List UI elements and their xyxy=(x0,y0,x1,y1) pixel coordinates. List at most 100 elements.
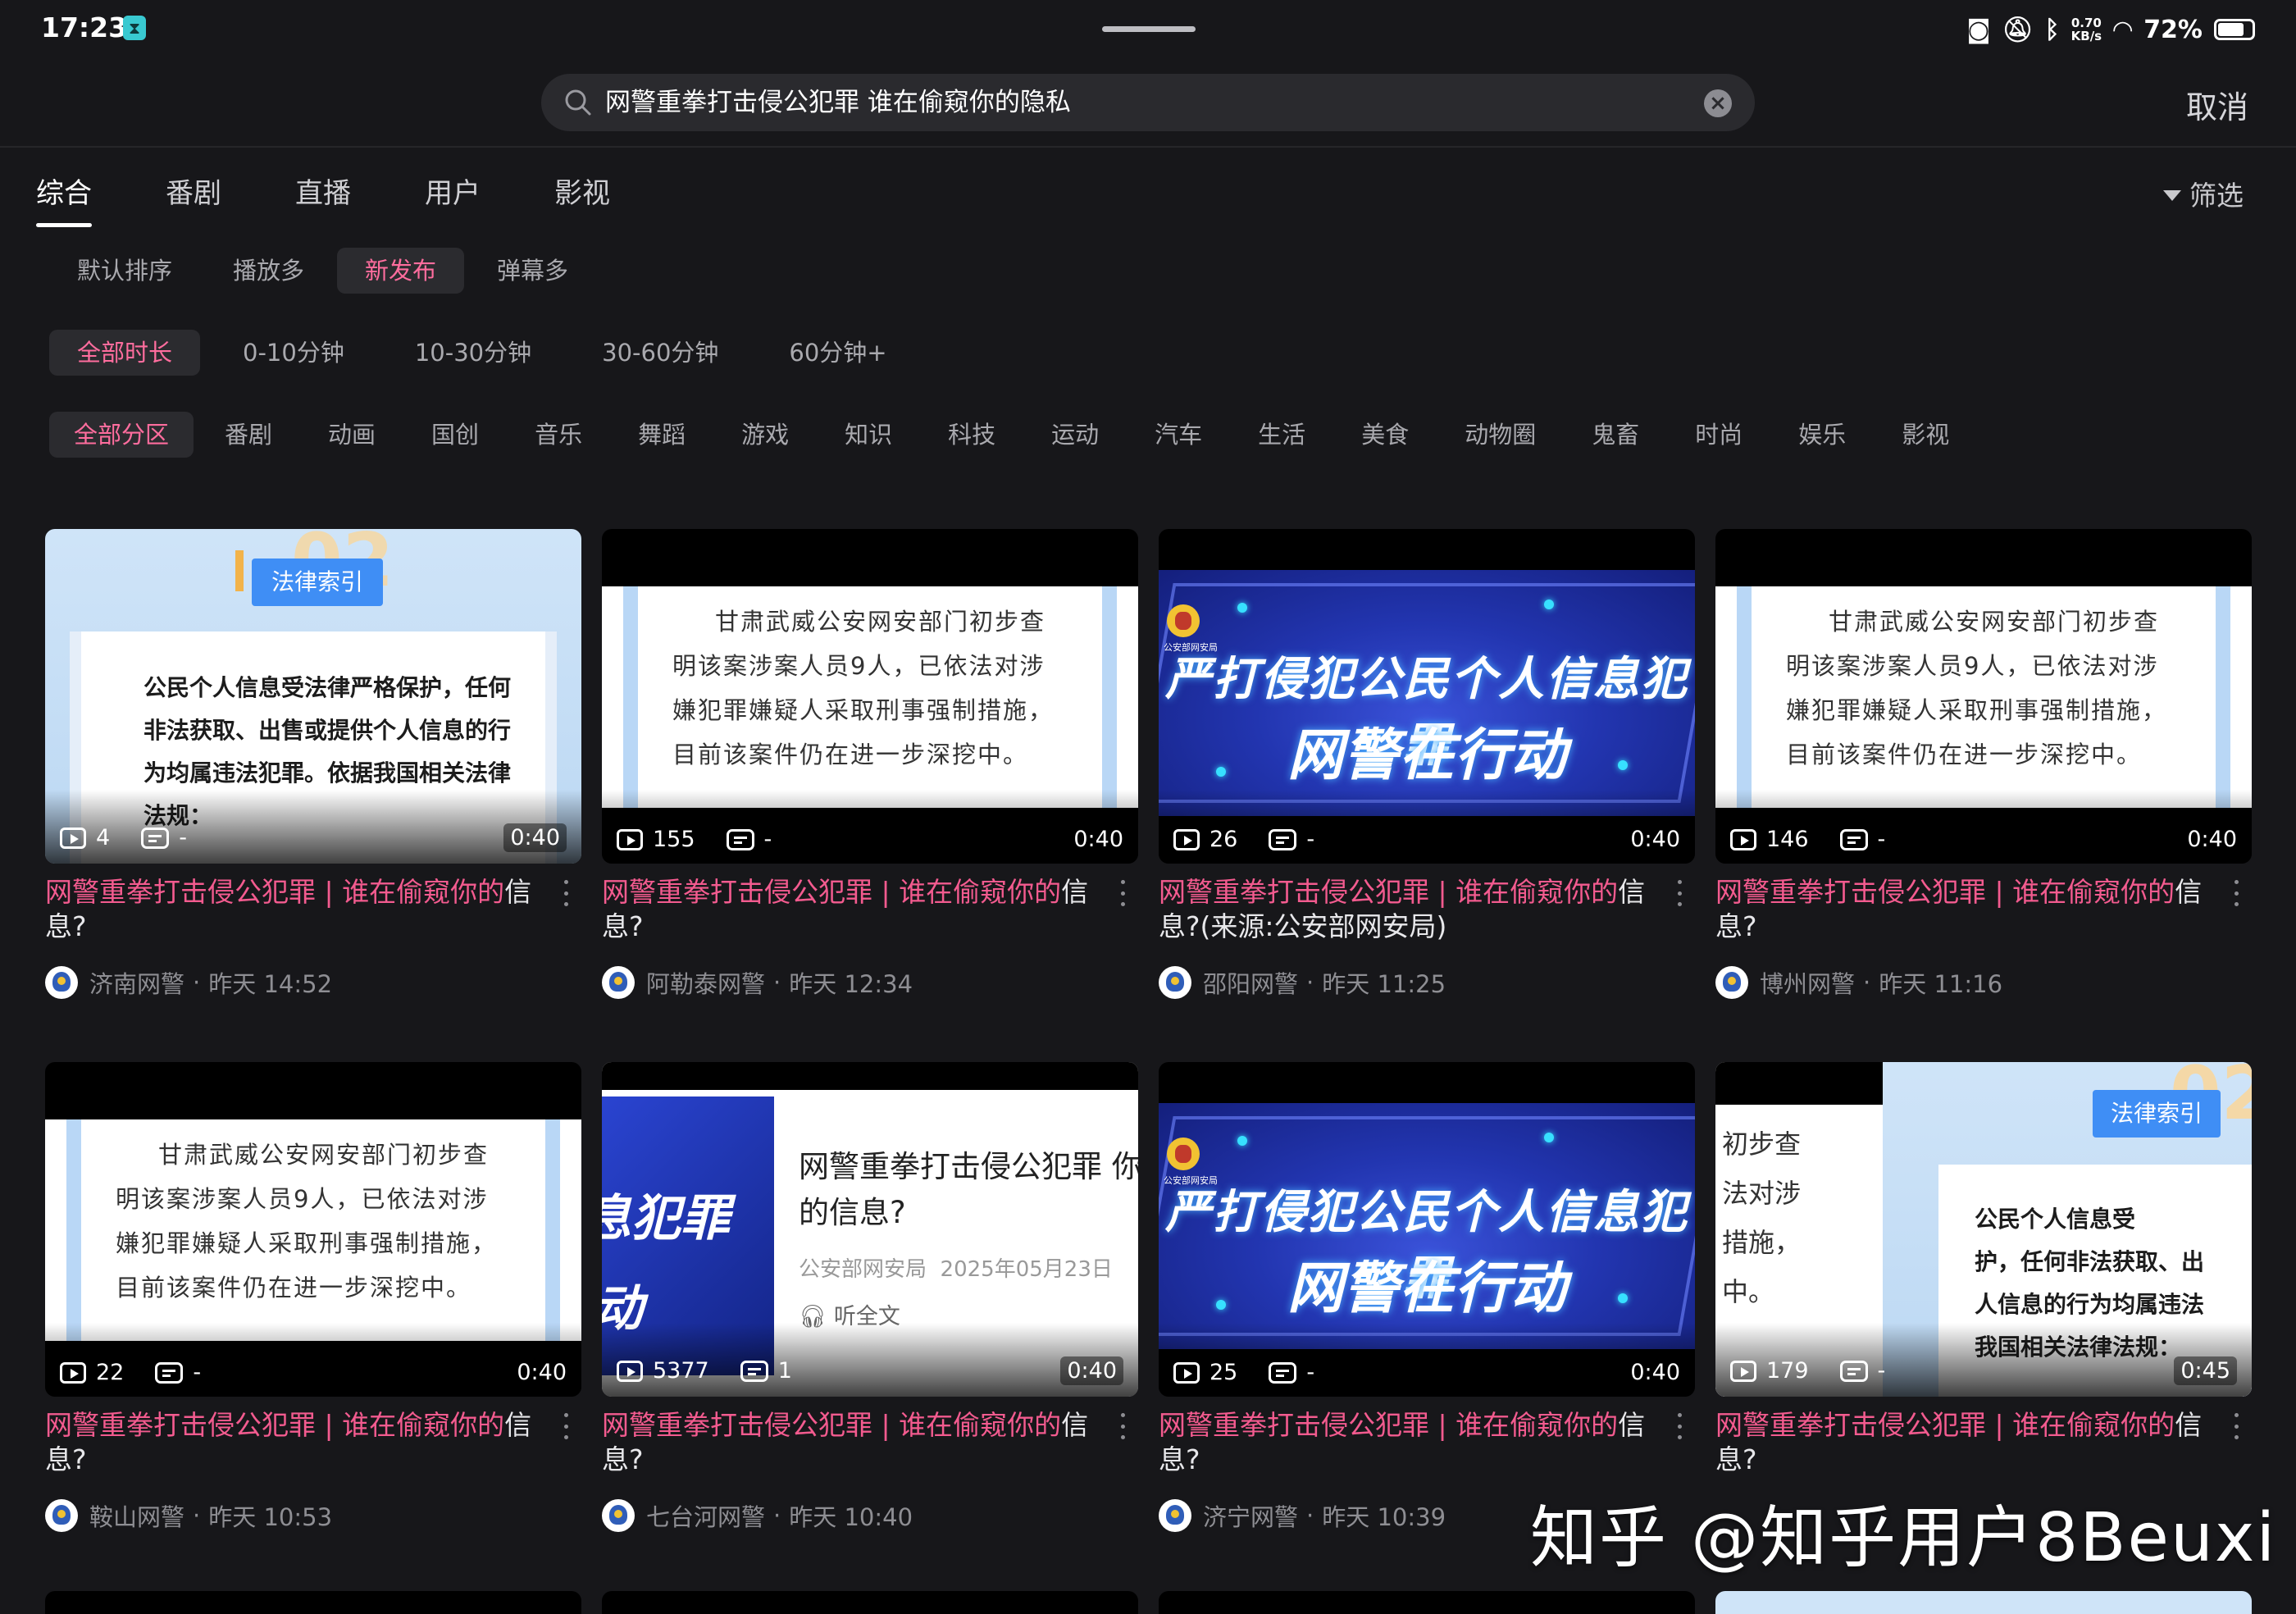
law-tag: 法律索引 xyxy=(252,559,384,606)
video-card-partial[interactable] xyxy=(602,1591,1138,1614)
category-chip-13[interactable]: 动物圈 xyxy=(1440,412,1560,458)
category-chip-6[interactable]: 游戏 xyxy=(717,412,813,458)
video-thumbnail[interactable]: 公安部网安局 严打侵犯公民个人信息犯罪 网警在行动 25 - 0:40 xyxy=(1159,1062,1695,1397)
video-title[interactable]: 网警重拳打击侵公犯罪 | 谁在偷窥你的信息? xyxy=(45,875,537,944)
video-card-partial[interactable] xyxy=(45,1591,581,1614)
video-title[interactable]: 网警重拳打击侵公犯罪 | 谁在偷窥你的信息? xyxy=(45,1408,537,1477)
category-chip-10[interactable]: 汽车 xyxy=(1130,412,1227,458)
letterbox xyxy=(1715,1062,1883,1105)
play-count: 25 xyxy=(1210,1360,1238,1385)
camera-icon: ◙ xyxy=(1966,15,1991,44)
sort-chip-3[interactable]: 弹幕多 xyxy=(469,248,596,294)
meta-dot: · xyxy=(1306,969,1314,996)
video-title[interactable]: 网警重拳打击侵公犯罪 | 谁在偷窥你的信息? xyxy=(1715,875,2207,944)
video-author[interactable]: 济宁网警 · 昨天 10:39 xyxy=(1159,1498,1446,1533)
title-highlight: 的 xyxy=(2148,1409,2175,1441)
video-thumbnail[interactable]: 初步查 法对涉 措施， 中。 02 法律索引 公民个人信息受 护，任何非法获取、… xyxy=(1715,1062,2252,1397)
video-thumbnail[interactable]: 公安部网安局 严打侵犯公民个人信息犯罪 网警在行动 26 - 0:40 xyxy=(1159,529,1695,864)
article-title: 网警重拳打击侵公犯罪 你的信息? xyxy=(799,1149,1138,1230)
more-options-icon[interactable] xyxy=(1675,1413,1683,1439)
title-highlight: 谁在偷窥你 xyxy=(2012,876,2148,908)
video-thumbnail[interactable]: 02 法律索引 公民个人信息受法律严格保护，任何非法获取、出售或提供个人信息的行… xyxy=(45,529,581,864)
category-chip-11[interactable]: 生活 xyxy=(1233,412,1330,458)
danmaku-count: - xyxy=(763,827,772,852)
video-thumbnail[interactable]: 甘肃武威公安网安部门初步查 明该案涉案人员9人，已依法对涉 嫌犯罪嫌疑人采取刑事… xyxy=(1715,529,2252,864)
avatar xyxy=(602,1499,635,1532)
clear-search-icon[interactable]: × xyxy=(1704,89,1732,117)
video-author[interactable]: 七台河网警 · 昨天 10:40 xyxy=(602,1498,913,1533)
category-chip-12[interactable]: 美食 xyxy=(1337,412,1433,458)
search-input[interactable]: 网警重拳打击侵公犯罪 谁在偷窥你的隐私 xyxy=(605,87,1071,118)
more-options-icon[interactable] xyxy=(2232,880,2240,906)
category-chip-14[interactable]: 鬼畜 xyxy=(1567,412,1664,458)
duration-chip-3[interactable]: 30-60分钟 xyxy=(574,330,746,376)
cancel-button[interactable]: 取消 xyxy=(2186,82,2248,127)
more-options-icon[interactable] xyxy=(2232,1413,2240,1439)
search-bar[interactable]: 网警重拳打击侵公犯罪 谁在偷窥你的隐私 × xyxy=(541,74,1755,131)
video-card-partial[interactable] xyxy=(1159,1591,1695,1614)
category-chip-15[interactable]: 时尚 xyxy=(1670,412,1767,458)
more-options-icon[interactable] xyxy=(562,880,570,906)
play-count-icon xyxy=(1730,828,1756,850)
title-separator: | xyxy=(1994,1409,2004,1441)
drag-handle[interactable] xyxy=(1102,26,1196,32)
video-title[interactable]: 网警重拳打击侵公犯罪 | 谁在偷窥你的信息? xyxy=(1159,1408,1651,1477)
danmaku-count: - xyxy=(179,825,187,850)
meta-dot: · xyxy=(193,1502,201,1530)
category-chip-7[interactable]: 知识 xyxy=(820,412,917,458)
category-chip-0[interactable]: 全部分区 xyxy=(49,412,194,458)
more-options-icon[interactable] xyxy=(1675,880,1683,906)
video-title[interactable]: 网警重拳打击侵公犯罪 | 谁在偷窥你的信息?(来源:公安部网安局) xyxy=(1159,875,1651,944)
video-card[interactable]: 02 法律索引 公民个人信息受法律严格保护，任何非法获取、出售或提供个人信息的行… xyxy=(45,529,581,1042)
video-stats: 146 - 0:40 xyxy=(1730,827,2237,852)
video-thumbnail[interactable]: 息犯罪 动 网警重拳打击侵公犯罪 你的信息? 公安部网安局 2025年05月23… xyxy=(602,1062,1138,1397)
category-chip-5[interactable]: 舞蹈 xyxy=(613,412,710,458)
video-thumbnail[interactable]: 甘肃武威公安网安部门初步查 明该案涉案人员9人，已依法对涉 嫌犯罪嫌疑人采取刑事… xyxy=(45,1062,581,1397)
duration-chip-4[interactable]: 60分钟+ xyxy=(761,330,914,376)
video-author[interactable]: 济南网警 · 昨天 14:52 xyxy=(45,965,332,1000)
category-chip-1[interactable]: 番剧 xyxy=(200,412,297,458)
video-duration: 0:40 xyxy=(1630,1360,1680,1385)
glow-dot xyxy=(1237,1136,1247,1146)
category-chip-2[interactable]: 动画 xyxy=(303,412,400,458)
video-author[interactable]: 邵阳网警 · 昨天 11:25 xyxy=(1159,965,1446,1000)
more-options-icon[interactable] xyxy=(562,1413,570,1439)
category-chip-3[interactable]: 国创 xyxy=(407,412,503,458)
tab-0[interactable]: 综合 xyxy=(36,171,92,230)
category-chip-17[interactable]: 影视 xyxy=(1877,412,1974,458)
video-thumbnail[interactable]: 甘肃武威公安网安部门初步查 明该案涉案人员9人，已依法对涉 嫌犯罪嫌疑人采取刑事… xyxy=(602,529,1138,864)
category-chip-8[interactable]: 科技 xyxy=(923,412,1020,458)
video-author[interactable]: 博州网警 · 昨天 11:16 xyxy=(1715,965,2002,1000)
filter-button[interactable]: 筛选 xyxy=(2163,174,2244,213)
duration-chip-1[interactable]: 0-10分钟 xyxy=(215,330,372,376)
sort-chip-2[interactable]: 新发布 xyxy=(337,248,465,294)
video-card[interactable]: 息犯罪 动 网警重拳打击侵公犯罪 你的信息? 公安部网安局 2025年05月23… xyxy=(602,1062,1138,1575)
more-options-icon[interactable] xyxy=(1118,1413,1127,1439)
video-author[interactable]: 鞍山网警 · 昨天 10:53 xyxy=(45,1498,332,1533)
video-card[interactable]: 甘肃武威公安网安部门初步查 明该案涉案人员9人，已依法对涉 嫌犯罪嫌疑人采取刑事… xyxy=(1715,529,2252,1042)
duration-chip-2[interactable]: 10-30分钟 xyxy=(387,330,559,376)
tab-1[interactable]: 番剧 xyxy=(166,171,221,230)
video-title[interactable]: 网警重拳打击侵公犯罪 | 谁在偷窥你的信息? xyxy=(1715,1408,2207,1477)
tab-2[interactable]: 直播 xyxy=(295,171,351,230)
letterbox xyxy=(602,1062,1138,1090)
video-title[interactable]: 网警重拳打击侵公犯罪 | 谁在偷窥你的信息? xyxy=(602,1408,1094,1477)
video-card[interactable]: 公安部网安局 严打侵犯公民个人信息犯罪 网警在行动 26 - 0:40 网警重拳… xyxy=(1159,529,1695,1042)
status-time: 17:23 xyxy=(41,11,128,43)
video-title[interactable]: 网警重拳打击侵公犯罪 | 谁在偷窥你的信息? xyxy=(602,875,1094,944)
tab-3[interactable]: 用户 xyxy=(425,171,481,230)
duration-chip-0[interactable]: 全部时长 xyxy=(49,330,201,376)
banner: 公安部网安局 严打侵犯公民个人信息犯罪 网警在行动 xyxy=(1159,570,1695,816)
category-chip-4[interactable]: 音乐 xyxy=(510,412,607,458)
video-card[interactable]: 甘肃武威公安网安部门初步查 明该案涉案人员9人，已依法对涉 嫌犯罪嫌疑人采取刑事… xyxy=(45,1062,581,1575)
tab-4[interactable]: 影视 xyxy=(554,171,610,230)
video-card-partial[interactable] xyxy=(1715,1591,2252,1614)
category-chip-9[interactable]: 运动 xyxy=(1027,412,1123,458)
sort-chip-1[interactable]: 播放多 xyxy=(205,248,332,294)
video-author[interactable]: 阿勒泰网警 · 昨天 12:34 xyxy=(602,965,913,1000)
video-card[interactable]: 甘肃武威公安网安部门初步查 明该案涉案人员9人，已依法对涉 嫌犯罪嫌疑人采取刑事… xyxy=(602,529,1138,1042)
status-bar: 17:23 ⧗ ◙ 🔕︎ ᛒ 0.70 KB/s ◠ 72% xyxy=(0,0,2296,59)
more-options-icon[interactable] xyxy=(1118,880,1127,906)
category-chip-16[interactable]: 娱乐 xyxy=(1774,412,1870,458)
sort-chip-0[interactable]: 默认排序 xyxy=(49,248,200,294)
